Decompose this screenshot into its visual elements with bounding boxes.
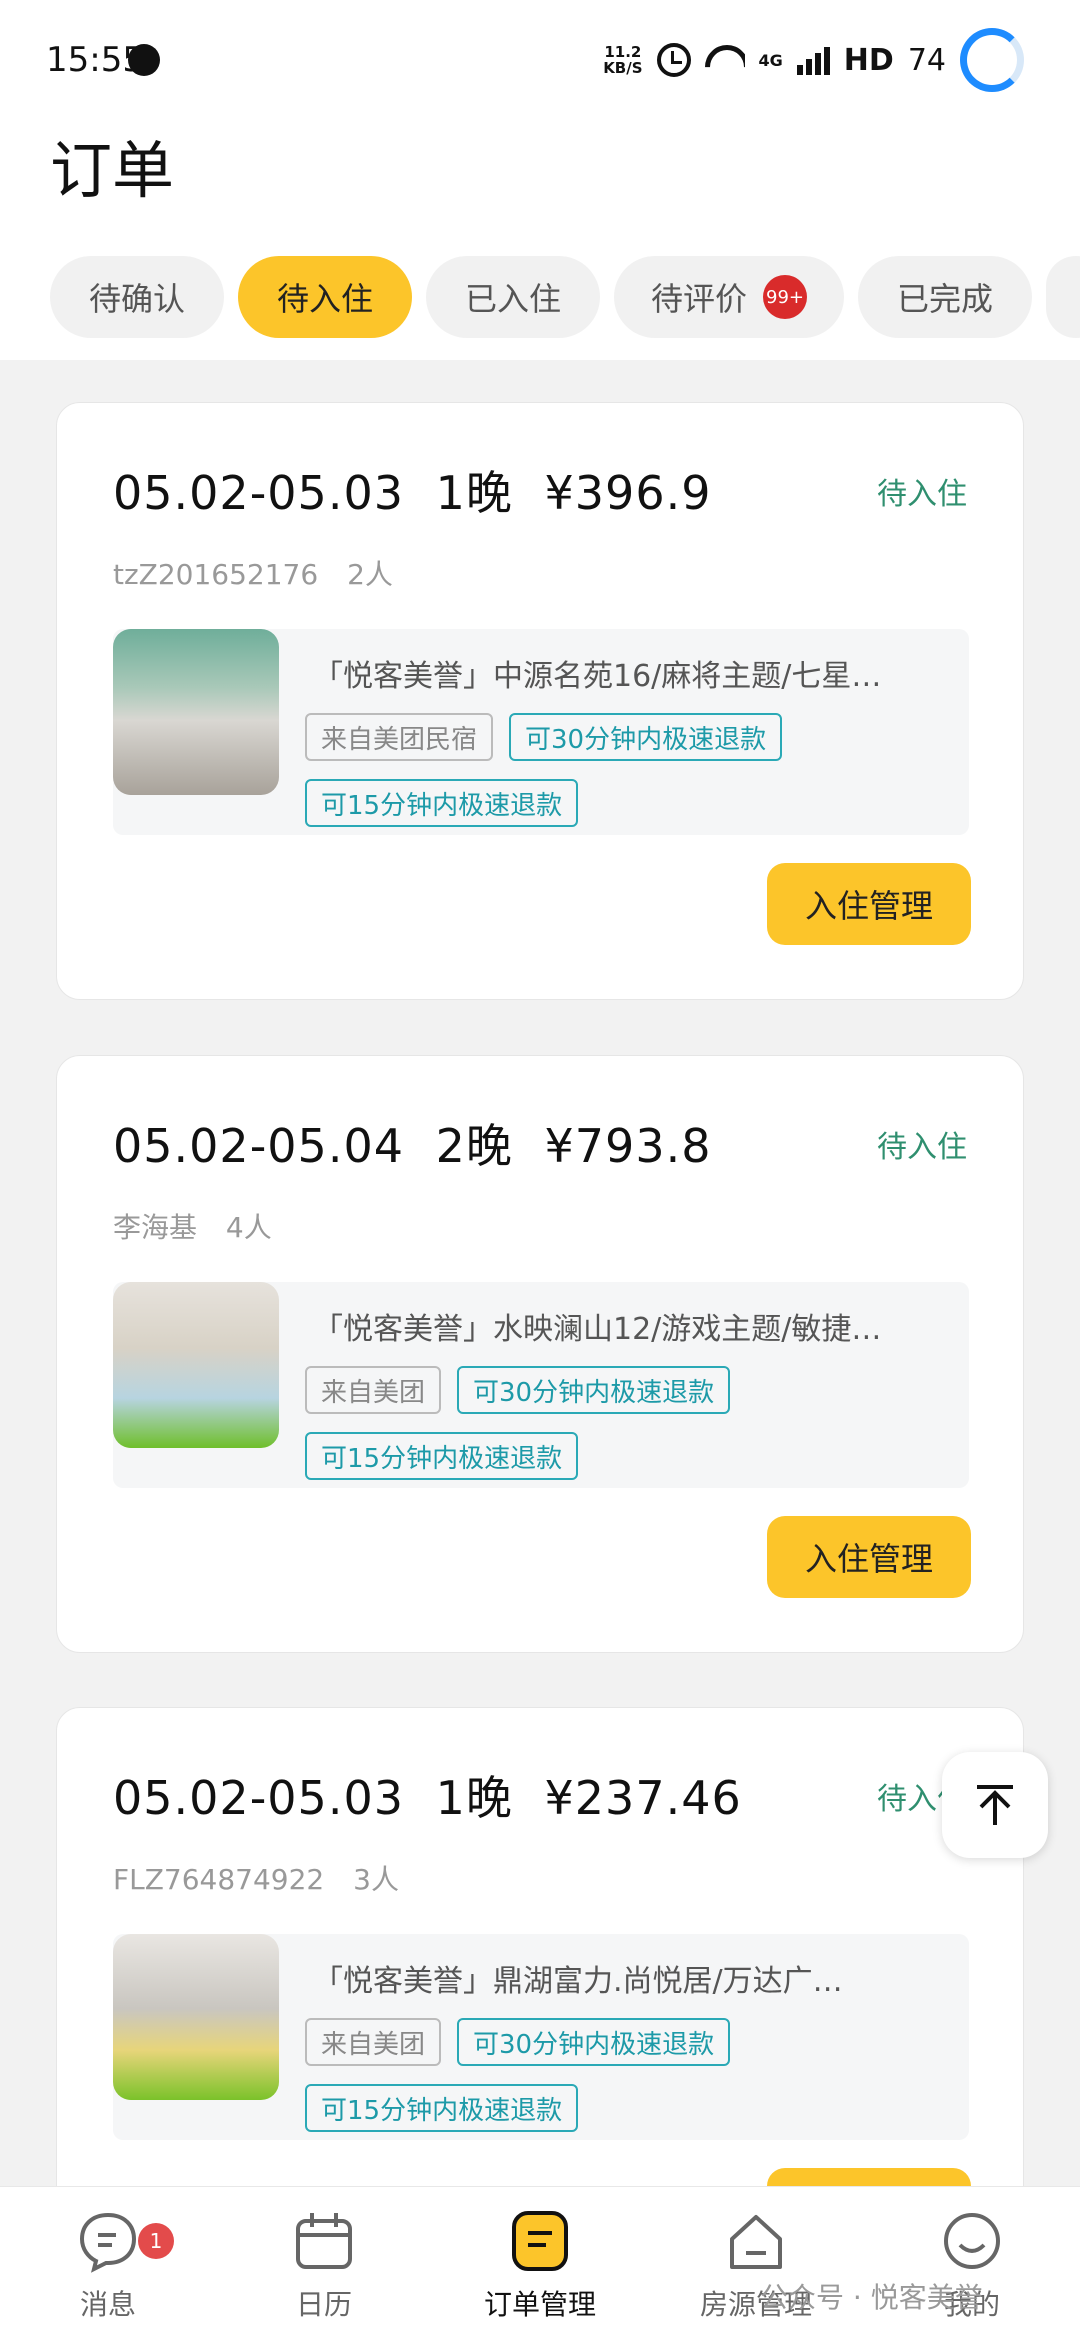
calendar-icon [292,2209,356,2273]
order-nights: 2晚 [435,1119,513,1173]
nav-orders[interactable]: 订单管理 [432,2209,648,2323]
battery-icon [960,28,1024,92]
top-area: 15:55 11.2 KB/S 4G HD 74 订单 待确认 待入住 已入住 … [0,0,1080,360]
order-icon [508,2209,572,2273]
listing-info[interactable]: 「悦客美誉」水映澜山12/游戏主题/敏捷… 来自美团 可30分钟内极速退款 可1… [113,1282,969,1488]
house-icon [724,2209,788,2273]
guest-name: 李海基 [113,1211,198,1244]
order-price: ¥396.9 [544,466,712,520]
source-tag: 来自美团 [305,1366,442,1414]
order-nights: 1晚 [435,466,513,520]
tag-row: 来自美团民宿 可30分钟内极速退款 [305,713,783,761]
tab-label: 待评价 [650,280,747,318]
tab-more[interactable] [1046,256,1080,338]
alarm-icon [656,43,691,77]
order-tabs: 待确认 待入住 已入住 待评价 99+ 已完成 [50,256,1080,338]
net-speed: 11.2 KB/S [603,44,642,76]
guest-info: FLZ764874922 3人 [113,1858,399,1898]
order-dates: 05.02-05.03 [113,466,404,520]
tab-label: 待入住 [276,280,373,318]
source-tag: 来自美团民宿 [305,713,494,761]
network-type: 4G [758,50,783,70]
tag-row: 可15分钟内极速退款 [305,779,579,827]
source-tag: 来自美团 [305,2018,442,2066]
listing-info[interactable]: 「悦客美誉」鼎湖富力.尚悦居/万达广… 来自美团 可30分钟内极速退款 可15分… [113,1934,969,2140]
notification-dot-icon [128,44,160,76]
guest-name: FLZ764874922 [113,1863,325,1896]
refund-30-tag: 可30分钟内极速退款 [457,1366,731,1414]
refund-30-tag: 可30分钟内极速退款 [457,2018,731,2066]
hd-indicator: HD [843,42,894,78]
net-speed-value: 11.2 [604,43,642,61]
order-summary: 05.02-05.04 2晚 ¥793.8 [113,1110,711,1176]
order-status: 待入住 [877,1130,967,1165]
nav-label: 消息 [79,2288,136,2321]
guest-count: 2人 [347,558,393,591]
bottom-nav: 消息 1 日历 订单管理 房源管理 我的 [0,2186,1080,2340]
listing-photo [113,1282,279,1448]
nav-calendar[interactable]: 日历 [216,2209,432,2323]
profile-icon [940,2209,1004,2273]
arrow-up-icon [977,1785,1013,1825]
message-count-badge: 1 [138,2223,174,2259]
guest-info: 李海基 4人 [113,1206,272,1246]
order-summary: 05.02-05.03 1晚 ¥237.46 [113,1762,742,1828]
tag-row: 可15分钟内极速退款 [305,2084,579,2132]
review-count-badge: 99+ [763,275,807,319]
order-price: ¥793.8 [544,1119,712,1173]
tab-pending-confirm[interactable]: 待确认 [50,256,224,338]
wifi-icon [705,45,745,75]
listing-name: 「悦客美誉」水映澜山12/游戏主题/敏捷… [313,1312,882,1347]
order-dates: 05.02-05.03 [113,1771,404,1825]
order-status: 待入住 [877,477,967,512]
tab-pending-review[interactable]: 待评价 99+ [614,256,844,338]
tag-row: 来自美团 可30分钟内极速退款 [305,1366,731,1414]
order-summary: 05.02-05.03 1晚 ¥396.9 [113,457,711,523]
status-bar: 15:55 11.2 KB/S 4G HD 74 [0,0,1080,120]
order-card[interactable]: 05.02-05.03 1晚 ¥396.9 待入住 tzZ201652176 2… [56,402,1024,1000]
nav-label: 日历 [295,2288,352,2321]
guest-info: tzZ201652176 2人 [113,553,393,593]
nav-label: 订单管理 [483,2288,596,2321]
scroll-to-top-button[interactable] [942,1752,1048,1858]
order-nights: 1晚 [435,1771,513,1825]
battery-level: 74 [907,42,946,78]
net-speed-unit: KB/S [603,59,643,77]
guest-count: 4人 [225,1211,272,1244]
nav-messages[interactable]: 消息 1 [0,2209,216,2323]
signal-icon [796,45,830,75]
listing-name: 「悦客美誉」鼎湖富力.尚悦居/万达广… [313,1964,843,1999]
listing-name: 「悦客美誉」中源名苑16/麻将主题/七星… [313,659,882,694]
listing-photo [113,1934,279,2100]
refund-15-tag: 可15分钟内极速退款 [305,1432,579,1480]
tab-checked-in[interactable]: 已入住 [426,256,600,338]
checkin-manage-button[interactable]: 入住管理 [767,863,971,945]
order-price: ¥237.46 [544,1771,742,1825]
tag-row: 可15分钟内极速退款 [305,1432,579,1480]
order-card[interactable]: 05.02-05.04 2晚 ¥793.8 待入住 李海基 4人 「悦客美誉」水… [56,1055,1024,1653]
tab-pending-checkin[interactable]: 待入住 [238,256,412,338]
tag-row: 来自美团 可30分钟内极速退款 [305,2018,731,2066]
tab-label: 已完成 [896,280,993,318]
listing-info[interactable]: 「悦客美誉」中源名苑16/麻将主题/七星… 来自美团民宿 可30分钟内极速退款 … [113,629,969,835]
order-dates: 05.02-05.04 [113,1119,404,1173]
refund-30-tag: 可30分钟内极速退款 [509,713,783,761]
listing-photo [113,629,279,795]
tab-label: 已入住 [464,280,561,318]
guest-name: tzZ201652176 [113,558,319,591]
checkin-manage-button[interactable]: 入住管理 [767,1516,971,1598]
page-title: 订单 [50,134,175,207]
watermark: 公众号 · 悦客美誉 [760,2281,983,2314]
tab-completed[interactable]: 已完成 [858,256,1032,338]
message-icon [76,2209,140,2273]
tab-label: 待确认 [88,280,185,318]
refund-15-tag: 可15分钟内极速退款 [305,2084,579,2132]
guest-count: 3人 [353,1863,399,1896]
refund-15-tag: 可15分钟内极速退款 [305,779,579,827]
status-indicators: 11.2 KB/S 4G HD 74 [603,28,1024,92]
